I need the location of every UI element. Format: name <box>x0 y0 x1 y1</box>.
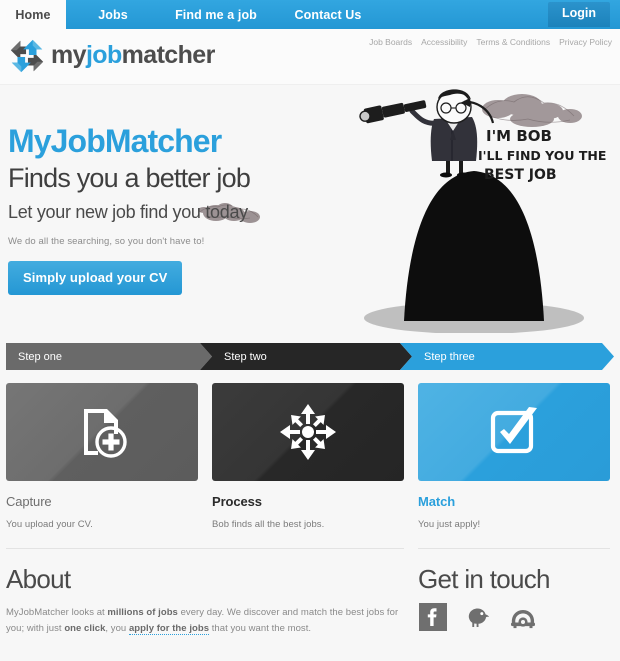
logo-text-job: job <box>85 40 122 69</box>
capture-tile[interactable] <box>6 383 198 481</box>
hero-tagline: Let your new job find you today <box>8 201 248 222</box>
nav-item-jobs-label: Jobs <box>98 7 128 22</box>
login-button-label: Login <box>561 6 596 21</box>
utility-link-privacy-policy[interactable]: Privacy Policy <box>559 37 612 47</box>
upload-cv-button[interactable]: Simply upload your CV <box>8 261 183 296</box>
match-title: Match <box>418 494 456 509</box>
feature-cards: Capture You upload your CV. Process Bob … <box>6 383 614 530</box>
nav-item-contact-us-label: Contact Us <box>294 7 362 22</box>
process-title: Process <box>212 494 262 509</box>
site-header: myjobmatcher Job Boards Accessibility Te… <box>0 29 620 85</box>
nav-item-find-me-a-job-label: Find me a job <box>175 7 257 22</box>
hero-title: MyJobMatcher <box>8 123 222 159</box>
capture-title: Capture <box>6 494 52 509</box>
about-divider <box>6 548 404 549</box>
contact-divider <box>418 548 610 549</box>
speech-line-1: I'M BOB <box>486 127 552 145</box>
login-button[interactable]: Login <box>547 2 610 27</box>
upload-cv-button-label: Simply upload your CV <box>23 270 168 286</box>
logo-text-my: my <box>51 40 87 69</box>
hero-subtitle: Finds you a better job <box>8 162 251 193</box>
about-text-part-4: that you want the most. <box>209 622 312 634</box>
speech-line-3: BEST JOB <box>484 167 557 183</box>
page-root: Home Jobs Find me a job Contact Us Login <box>0 0 620 661</box>
document-add-icon <box>84 409 127 458</box>
step-two[interactable]: Step two <box>200 343 412 370</box>
expand-arrows-icon <box>280 404 336 460</box>
site-logo-text: myjobmatcher <box>51 40 216 70</box>
apply-for-the-jobs-link[interactable]: apply for the jobs <box>128 622 210 635</box>
match-description: You just apply! <box>418 519 481 530</box>
process-tile[interactable] <box>212 383 404 481</box>
step-three[interactable]: Step three <box>400 343 614 370</box>
social-links <box>418 602 610 632</box>
nav-item-home[interactable]: Home <box>0 0 66 29</box>
step-one[interactable]: Step one <box>6 343 212 370</box>
about-bold-one-click: one click <box>64 622 106 634</box>
capture-description: You upload your CV. <box>6 519 93 530</box>
step-progress-bar: Step one Step two Step three <box>6 343 614 370</box>
facebook-icon[interactable] <box>418 602 448 632</box>
about-text-part-1: MyJobMatcher looks at <box>6 607 108 618</box>
top-navigation: Home Jobs Find me a job Contact Us Login <box>0 0 620 29</box>
about-text: MyJobMatcher looks at millions of jobs e… <box>6 605 404 636</box>
hero-copy: MyJobMatcher Finds you a better job Let … <box>8 123 338 296</box>
pinwheel-arrows-icon <box>10 39 44 73</box>
utility-link-terms-and-conditions[interactable]: Terms & Conditions <box>476 37 550 47</box>
about-column: About MyJobMatcher looks at millions of … <box>6 548 404 636</box>
step-one-label: Step one <box>18 350 63 363</box>
utility-link-accessibility[interactable]: Accessibility <box>421 37 467 47</box>
checkbox-check-icon <box>490 407 537 454</box>
nav-item-home-label: Home <box>15 7 51 22</box>
match-tile[interactable] <box>418 383 610 481</box>
nav-item-find-me-a-job[interactable]: Find me a job <box>160 0 272 29</box>
footer-section: About MyJobMatcher looks at millions of … <box>6 548 614 636</box>
feature-card-process: Process Bob finds all the best jobs. <box>212 383 404 530</box>
contact-column: Get in touch <box>418 548 610 636</box>
bob-with-telescope-on-hill-illustration: I'M BOB I'LL FIND YOU THE BEST JOB <box>359 89 606 333</box>
site-logo[interactable]: myjobmatcher <box>8 37 215 75</box>
about-heading: About <box>6 564 71 594</box>
telephone-icon[interactable] <box>508 602 538 632</box>
feature-card-match: Match You just apply! <box>418 383 610 530</box>
hero-small-text: We do all the searching, so you don't ha… <box>8 236 205 248</box>
nav-item-jobs[interactable]: Jobs <box>66 0 160 29</box>
speech-line-2: I'LL FIND YOU THE <box>478 148 606 163</box>
about-text-part-3: , you <box>105 622 129 634</box>
logo-text-matcher: matcher <box>121 40 216 69</box>
hero-section: I'M BOB I'LL FIND YOU THE BEST JOB MyJob… <box>0 85 620 343</box>
get-in-touch-heading: Get in touch <box>418 564 550 594</box>
twitter-bird-icon[interactable] <box>463 602 493 632</box>
feature-card-capture: Capture You upload your CV. <box>6 383 198 530</box>
utility-link-job-boards[interactable]: Job Boards <box>369 37 412 47</box>
utility-links: Job Boards Accessibility Terms & Conditi… <box>369 37 612 47</box>
about-bold-millions-of-jobs: millions of jobs <box>107 607 178 618</box>
process-description: Bob finds all the best jobs. <box>212 519 325 530</box>
nav-item-contact-us[interactable]: Contact Us <box>272 0 384 29</box>
